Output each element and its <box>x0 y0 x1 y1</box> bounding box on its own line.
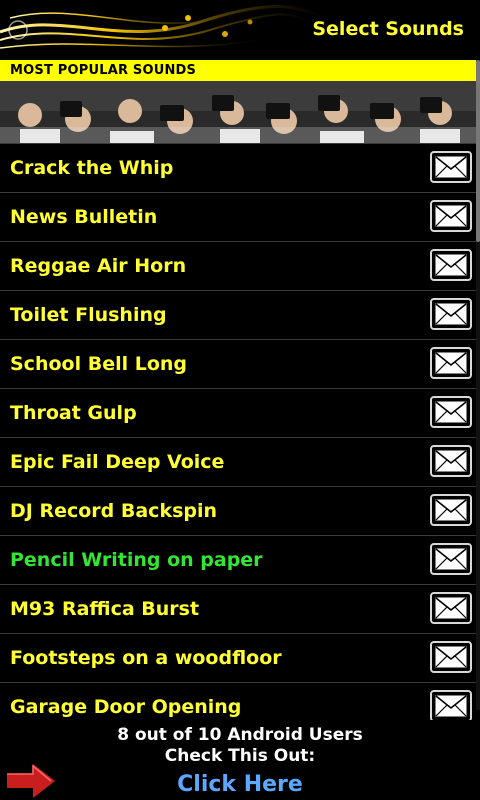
sound-row[interactable]: Footsteps on a woodfloor <box>0 633 476 682</box>
sound-row[interactable]: Reggae Air Horn <box>0 241 476 290</box>
promo-line-2: Check This Out: <box>164 746 316 766</box>
sound-label[interactable]: School Bell Long <box>10 353 187 375</box>
sound-label[interactable]: Reggae Air Horn <box>10 255 186 277</box>
envelope-icon <box>435 401 467 423</box>
envelope-icon <box>435 450 467 472</box>
envelope-icon <box>435 205 467 227</box>
sound-row[interactable]: Pencil Writing on paper <box>0 535 476 584</box>
share-button[interactable] <box>430 200 472 232</box>
sound-label[interactable]: M93 Raffica Burst <box>10 598 199 620</box>
app-header: Select Sounds <box>0 0 480 60</box>
envelope-icon <box>435 303 467 325</box>
share-button[interactable] <box>430 543 472 575</box>
promo-line-1: 8 out of 10 Android Users <box>117 725 363 745</box>
sound-label[interactable]: Throat Gulp <box>10 402 137 424</box>
envelope-icon <box>435 695 467 717</box>
sound-row[interactable]: News Bulletin <box>0 192 476 241</box>
sound-list: Crack the Whip News Bulletin Reggae Air Ho… <box>0 143 476 723</box>
sound-label[interactable]: Footsteps on a woodfloor <box>10 647 282 669</box>
sound-row[interactable]: Garage Door Opening <box>0 682 476 723</box>
sound-label[interactable]: Toilet Flushing <box>10 304 167 326</box>
envelope-icon <box>435 254 467 276</box>
sound-label[interactable]: Epic Fail Deep Voice <box>10 451 224 473</box>
sound-row[interactable]: Throat Gulp <box>0 388 476 437</box>
sound-row[interactable]: M93 Raffica Burst <box>0 584 476 633</box>
share-button[interactable] <box>430 396 472 428</box>
envelope-icon <box>435 499 467 521</box>
envelope-icon <box>435 156 467 178</box>
share-button[interactable] <box>430 494 472 526</box>
share-button[interactable] <box>430 641 472 673</box>
envelope-icon <box>435 548 467 570</box>
sound-label[interactable]: Garage Door Opening <box>10 696 241 718</box>
page-title: Select Sounds <box>312 18 464 40</box>
envelope-icon <box>435 352 467 374</box>
sound-row[interactable]: Toilet Flushing <box>0 290 476 339</box>
share-button[interactable] <box>430 347 472 379</box>
share-button[interactable] <box>430 445 472 477</box>
envelope-icon <box>435 646 467 668</box>
sound-label[interactable]: News Bulletin <box>10 206 157 228</box>
popular-sounds-banner[interactable]: MOST POPULAR SOUNDS <box>0 60 476 143</box>
share-button[interactable] <box>430 690 472 722</box>
sound-row[interactable]: Epic Fail Deep Voice <box>0 437 476 486</box>
banner-strip: MOST POPULAR SOUNDS <box>0 60 476 81</box>
share-button[interactable] <box>430 249 472 281</box>
sound-row[interactable]: School Bell Long <box>0 339 476 388</box>
share-button[interactable] <box>430 592 472 624</box>
promo-footer: 8 out of 10 Android Users Check This Out… <box>0 720 480 800</box>
sound-row[interactable]: Crack the Whip <box>0 143 476 192</box>
photographers-image <box>0 81 476 143</box>
sound-label[interactable]: Pencil Writing on paper <box>10 549 263 571</box>
sound-label[interactable]: DJ Record Backspin <box>10 500 217 522</box>
banner-label: MOST POPULAR SOUNDS <box>10 63 197 78</box>
sound-row[interactable]: DJ Record Backspin <box>0 486 476 535</box>
share-button[interactable] <box>430 298 472 330</box>
scrollbar-thumb[interactable] <box>476 60 480 242</box>
share-button[interactable] <box>430 151 472 183</box>
sound-label[interactable]: Crack the Whip <box>10 157 173 179</box>
click-here-link[interactable]: Click Here <box>0 772 480 797</box>
envelope-icon <box>435 597 467 619</box>
